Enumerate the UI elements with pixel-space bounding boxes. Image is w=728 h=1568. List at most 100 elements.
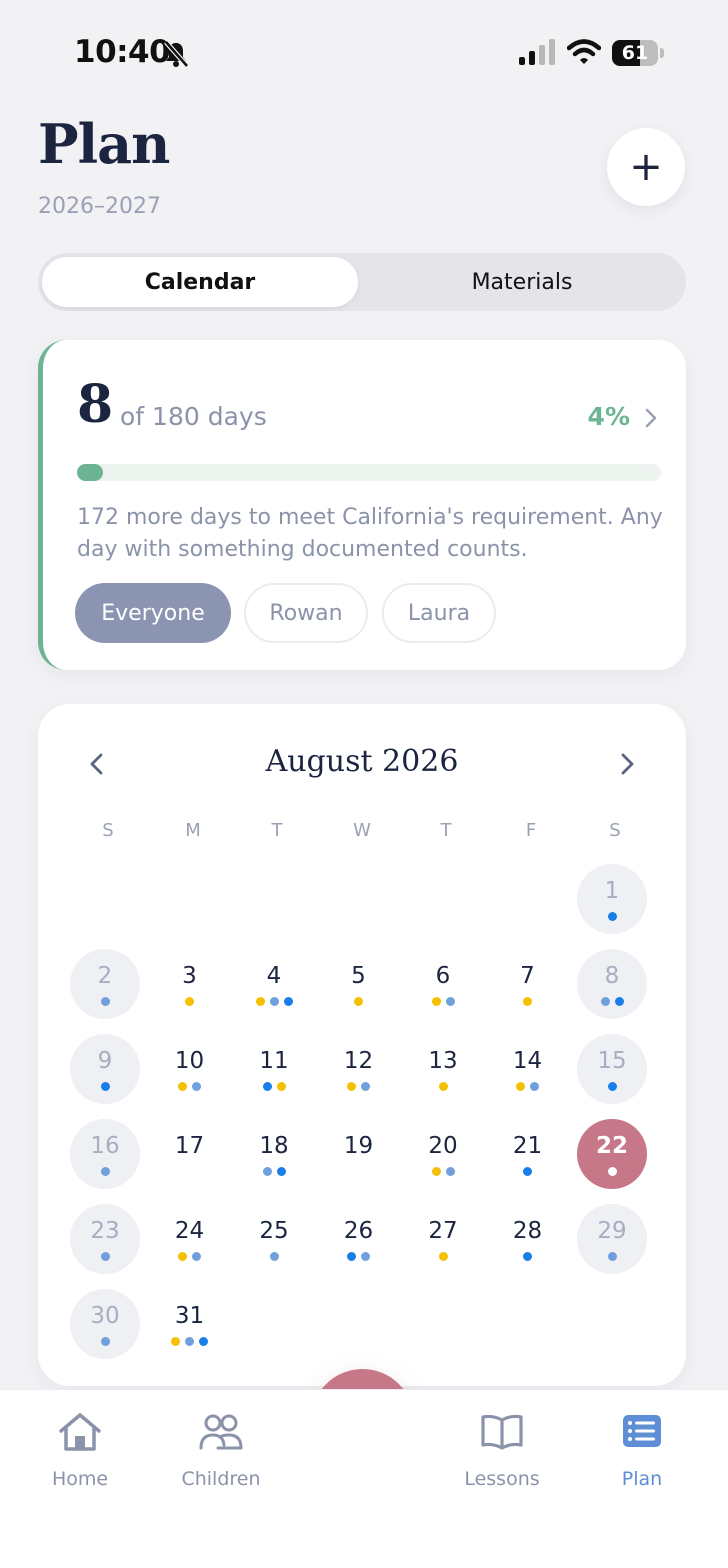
day-number: 6 xyxy=(435,963,451,989)
month-title: August 2026 xyxy=(265,744,459,779)
activity-dot xyxy=(523,997,532,1006)
chevron-right-icon[interactable] xyxy=(614,748,640,780)
calendar-day[interactable]: 20 xyxy=(408,1119,478,1189)
calendar-day[interactable]: 10 xyxy=(155,1034,225,1104)
day-number: 2 xyxy=(97,963,113,989)
day-number: 1 xyxy=(604,878,620,904)
day-number: 19 xyxy=(343,1133,374,1159)
status-time: 10:40 xyxy=(74,34,171,70)
activity-dots xyxy=(493,1252,563,1261)
calendar-day[interactable]: 11 xyxy=(239,1034,309,1104)
calendar-day[interactable]: 29 xyxy=(577,1204,647,1274)
calendar-day[interactable]: 31 xyxy=(155,1289,225,1359)
filter-rowan[interactable]: Rowan xyxy=(244,583,368,643)
calendar-day[interactable]: 7 xyxy=(493,949,563,1019)
progress-percent: 4% xyxy=(587,402,630,431)
calendar-day[interactable]: 4 xyxy=(239,949,309,1019)
filter-laura[interactable]: Laura xyxy=(382,583,496,643)
tab-plan[interactable]: Plan xyxy=(587,1412,697,1490)
calendar-day[interactable]: 8 xyxy=(577,949,647,1019)
calendar-day[interactable]: 2 xyxy=(70,949,140,1019)
activity-dot xyxy=(276,1167,286,1176)
activity-dot xyxy=(185,1337,194,1346)
weekday-label: M xyxy=(185,820,201,841)
tab-calendar[interactable]: Calendar xyxy=(42,257,358,307)
calendar-day[interactable]: 12 xyxy=(324,1034,394,1104)
activity-dots xyxy=(70,1082,140,1091)
day-number: 15 xyxy=(597,1048,627,1074)
day-number: 27 xyxy=(428,1218,458,1244)
calendar-day[interactable]: 5 xyxy=(324,949,394,1019)
activity-dots xyxy=(408,1252,478,1261)
calendar-day[interactable]: 19 xyxy=(324,1119,394,1189)
calendar-day[interactable]: 28 xyxy=(493,1204,563,1274)
calendar-day[interactable]: 21 xyxy=(493,1119,563,1189)
activity-dots xyxy=(70,1337,140,1346)
calendar-day[interactable]: 24 xyxy=(155,1204,225,1274)
calendar-day[interactable]: 15 xyxy=(577,1034,647,1104)
activity-dot xyxy=(100,1337,110,1346)
calendar-day[interactable]: 16 xyxy=(70,1119,140,1189)
calendar-day[interactable]: 17 xyxy=(155,1119,225,1189)
activity-dot xyxy=(347,1082,356,1091)
calendar-day[interactable]: 9 xyxy=(70,1034,140,1104)
tab-children[interactable]: Children xyxy=(166,1412,276,1490)
activity-dot xyxy=(530,1082,539,1091)
progress-card[interactable]: 8 of 180 days 4% 172 more days to meet C… xyxy=(38,340,686,670)
day-number: 14 xyxy=(512,1048,543,1074)
day-number: 21 xyxy=(512,1133,543,1159)
calendar-card: August 2026 S M T W T F S 1 2 3 4 5 6 7 8 9 10 11 1… xyxy=(38,704,686,1386)
calendar-day[interactable]: 18 xyxy=(239,1119,309,1189)
activity-dot xyxy=(185,997,194,1006)
calendar-day[interactable]: 1 xyxy=(577,864,647,934)
tab-label: Home xyxy=(51,1468,109,1490)
tab-home[interactable]: Home xyxy=(25,1412,135,1490)
activity-dot xyxy=(192,1252,201,1261)
activity-dots xyxy=(239,997,309,1006)
calendar-day[interactable]: 6 xyxy=(408,949,478,1019)
requirement-text: 172 more days to meet California's requi… xyxy=(77,505,663,562)
day-number: 10 xyxy=(174,1048,205,1074)
activity-dot xyxy=(607,1252,617,1261)
day-number: 12 xyxy=(343,1048,374,1074)
calendar-day[interactable]: 14 xyxy=(493,1034,563,1104)
calendar-day[interactable]: 27 xyxy=(408,1204,478,1274)
calendar-day-today[interactable]: 22 xyxy=(577,1119,647,1189)
tab-label: Lessons xyxy=(464,1468,540,1490)
activity-dots xyxy=(324,1252,394,1261)
activity-dot xyxy=(178,1252,187,1261)
calendar-day[interactable]: 13 xyxy=(408,1034,478,1104)
activity-dots xyxy=(324,997,394,1006)
weekday-label: T xyxy=(440,820,452,841)
plan-list-icon xyxy=(623,1415,661,1447)
calendar-day[interactable]: 23 xyxy=(70,1204,140,1274)
activity-dot xyxy=(607,1082,617,1091)
add-button[interactable]: + xyxy=(607,128,685,206)
activity-dot xyxy=(276,1082,286,1091)
cell-signal-icon xyxy=(519,39,555,65)
day-number: 22 xyxy=(595,1133,628,1159)
calendar-day[interactable]: 26 xyxy=(324,1204,394,1274)
tab-lessons[interactable]: Lessons xyxy=(447,1412,557,1490)
activity-dots xyxy=(493,997,563,1006)
calendar-day[interactable]: 30 xyxy=(70,1289,140,1359)
activity-dot xyxy=(614,997,624,1006)
day-number: 7 xyxy=(520,963,535,989)
day-number: 8 xyxy=(604,963,620,989)
chevron-right-icon[interactable] xyxy=(642,404,660,432)
activity-dots xyxy=(155,997,225,1006)
filter-everyone[interactable]: Everyone xyxy=(75,583,231,643)
day-number: 18 xyxy=(259,1133,289,1159)
weekday-label: S xyxy=(609,820,621,841)
activity-dot xyxy=(431,997,441,1006)
tab-materials[interactable]: Materials xyxy=(362,257,682,307)
status-bar: 10:40 61 xyxy=(0,0,728,100)
activity-dot xyxy=(431,1167,441,1176)
battery-percent: 61 xyxy=(621,42,649,64)
weekday-label: F xyxy=(525,820,537,841)
activity-dots xyxy=(577,1167,647,1176)
day-number: 16 xyxy=(90,1133,120,1159)
calendar-day[interactable]: 3 xyxy=(155,949,225,1019)
calendar-day[interactable]: 25 xyxy=(239,1204,309,1274)
activity-dots xyxy=(70,997,140,1006)
